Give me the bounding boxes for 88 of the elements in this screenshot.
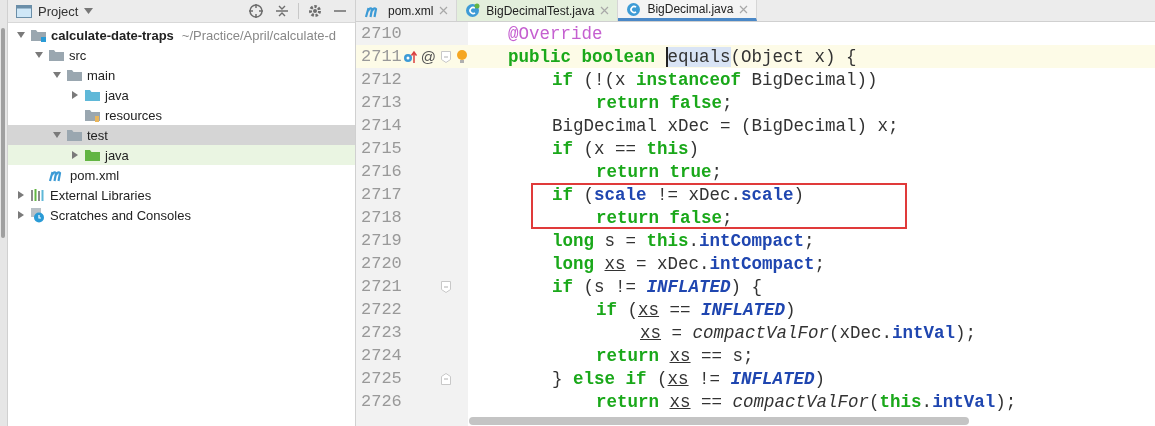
tree-item-label: test [87,127,108,143]
line-number: 2722 [360,300,403,319]
settings-icon[interactable] [307,3,323,19]
tree-item[interactable]: java [8,85,355,105]
line-number: 2720 [360,254,403,273]
line-number: 2718 [360,208,403,227]
tree-item[interactable]: src [8,45,355,65]
folder-icon [84,148,101,162]
fold-marker-icon[interactable] [441,372,452,385]
code-line: if (s != INFLATED) { [552,276,763,297]
code-line: long s = this.intCompact; [552,230,815,251]
line-number: 2719 [360,231,403,250]
tree-item[interactable]: resources [8,105,355,125]
line-number: 2713 [360,93,403,112]
locate-icon[interactable] [248,3,264,19]
code-line: return false; [596,92,733,113]
editor-tab[interactable]: BigDecimal.java [618,0,758,21]
code-line: if (xs == INFLATED) [596,299,796,320]
lightbulb-icon[interactable] [456,48,468,65]
tree-item[interactable]: calculate-date-traps ~/Practice/April/calculate-d [8,25,355,45]
code-line: public boolean equals(Object x) { [508,46,857,67]
annotation-marker[interactable]: @ [420,48,437,65]
code-line: xs = compactValFor(xDec.intVal); [640,322,977,343]
close-icon[interactable] [739,4,749,14]
folder-icon [66,128,83,142]
folder-icon [84,88,101,102]
collapsed-arrow-icon[interactable] [70,150,80,160]
dropdown-caret-icon[interactable] [84,8,94,14]
tree-item-label: calculate-date-traps [51,27,174,43]
line-number: 2721 [360,277,403,296]
class-icon [626,1,642,17]
line-number: 2726 [360,392,403,411]
tree-item[interactable]: main [8,65,355,85]
line-number: 2715 [360,139,403,158]
tree-item-label: Scratches and Consoles [50,207,191,223]
line-number: 2723 [360,323,403,342]
window-icon [16,4,32,18]
override-marker-icon[interactable] [402,49,417,64]
test-class-icon [465,3,481,18]
scrollbar-thumb[interactable] [1,28,5,238]
code-line: return xs == compactValFor(this.intVal); [596,391,1017,412]
code-line: @Override [508,23,603,44]
folder-icon [66,68,83,82]
fold-marker-icon[interactable] [440,50,451,63]
tree-item[interactable]: External Libraries [8,185,355,205]
tree-item-label: main [87,67,116,83]
line-number: 2724 [360,346,403,365]
tree-item[interactable]: test [8,125,355,145]
tree-item-label: External Libraries [50,187,152,203]
line-number: 2717 [360,185,403,204]
line-number: 2711 [360,47,403,66]
line-number: 2716 [360,162,403,181]
editor-tab[interactable]: BigDecimalTest.java [457,0,619,21]
code-line: long xs = xDec.intCompact; [552,253,826,274]
folder-icon [48,48,65,62]
fold-marker-icon[interactable] [441,280,452,293]
code-line: return xs == s; [596,345,754,366]
tree-item[interactable]: pom.xml [8,165,355,185]
code-line: return true; [596,161,723,182]
scratch-file-icon [30,207,46,223]
close-icon[interactable] [439,6,449,15]
expanded-arrow-icon[interactable] [52,130,62,140]
project-path: ~/Practice/April/calculate-d [181,27,337,43]
folder-icon [30,28,47,42]
collapsed-arrow-icon[interactable] [70,90,80,100]
library-icon [30,188,46,202]
line-number: 2714 [360,116,403,135]
code-line: } else if (xs != INFLATED) [552,368,826,389]
tree-item-label: java [105,147,129,163]
folder-icon [84,108,101,122]
tree-item[interactable]: Scratches and Consoles [8,205,355,225]
line-number: 2710 [360,24,403,43]
project-view-dropdown[interactable]: Project [38,3,94,19]
code-line: BigDecimal xDec = (BigDecimal) x; [552,115,899,136]
tree-item-label: java [105,87,129,103]
tree-item[interactable]: java [8,145,355,165]
line-number: 2725 [360,369,403,388]
code-line: if (x == this) [552,138,700,159]
collapse-icon[interactable] [274,3,290,19]
line-number: 2712 [360,70,403,89]
tree-item-label: pom.xml [70,167,120,183]
tree-item-label: src [69,47,87,63]
horizontal-scrollbar[interactable] [469,417,969,425]
code-line: return false; [596,207,733,228]
code-line: if (scale != xDec.scale) [552,184,805,205]
close-icon[interactable] [600,6,610,15]
tree-item-label: resources [105,107,163,123]
code-line: if (!(x instanceof BigDecimal)) [552,69,878,90]
